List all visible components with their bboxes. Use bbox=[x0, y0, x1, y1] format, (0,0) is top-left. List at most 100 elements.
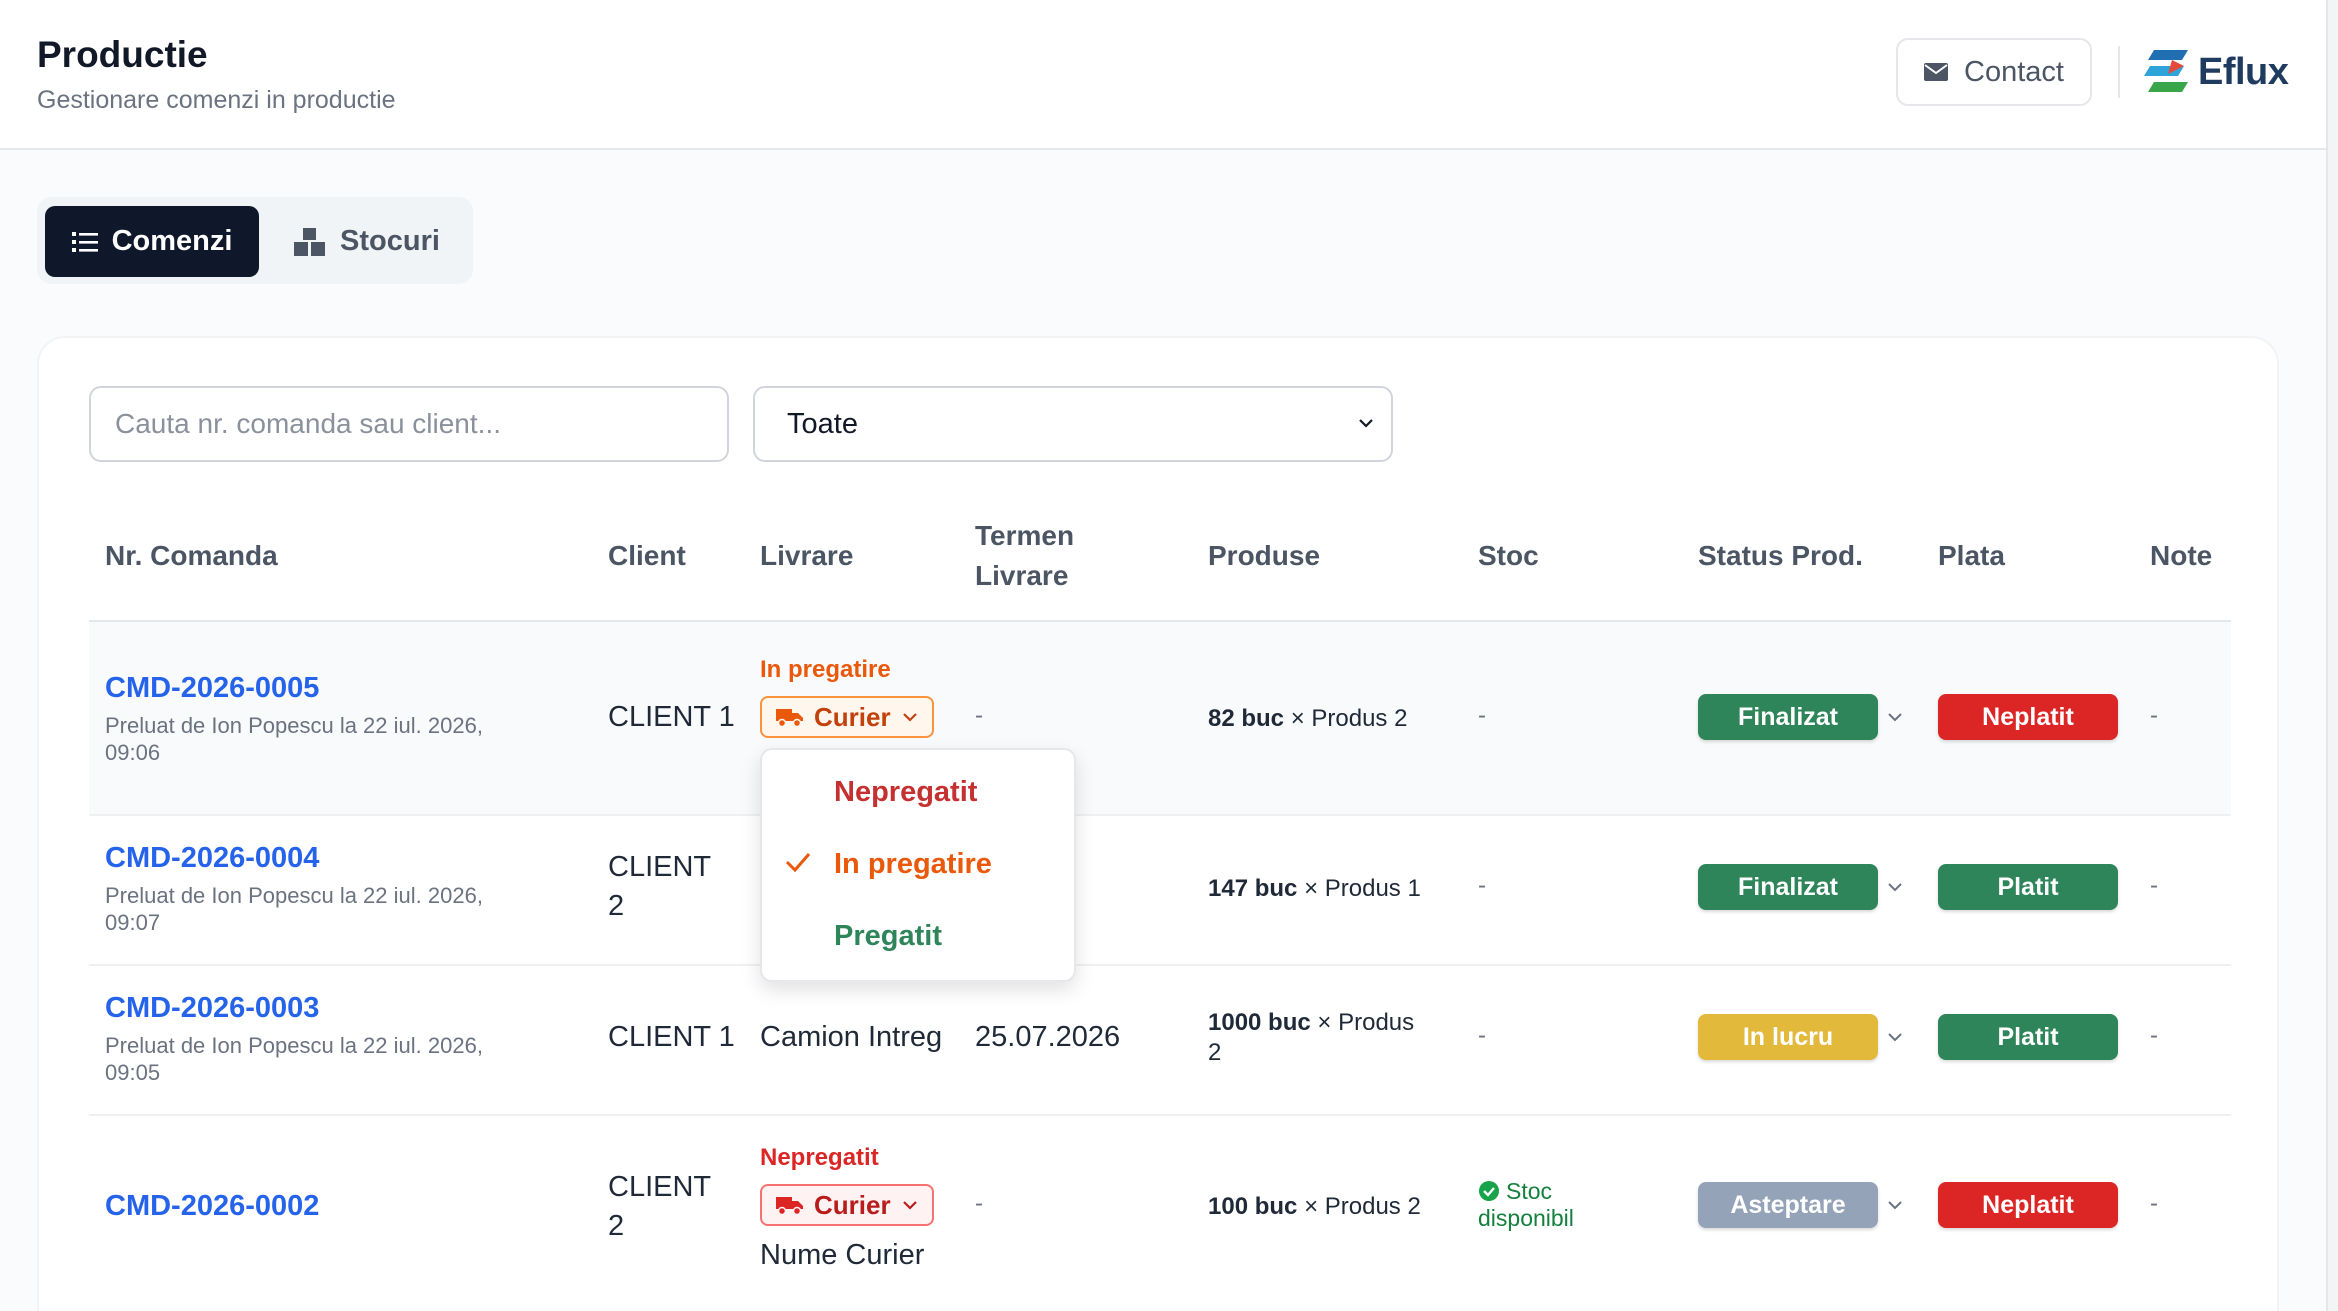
truck-icon bbox=[776, 1197, 803, 1216]
notes-cell: - bbox=[2150, 702, 2158, 729]
chevron-down-icon bbox=[902, 1201, 917, 1210]
dropdown-option-pregatit[interactable]: Pregatit bbox=[834, 920, 942, 953]
chevron-down-icon[interactable] bbox=[1885, 708, 1905, 726]
production-status-badge[interactable]: In lucru bbox=[1698, 1014, 1878, 1060]
stock-cell: - bbox=[1478, 702, 1486, 729]
client-cell: CLIENT 1 bbox=[608, 1021, 735, 1053]
order-id-link[interactable]: CMD-2026-0004 bbox=[105, 842, 319, 875]
products-cell: 1000 buc × Produs 2 bbox=[1208, 1008, 1448, 1068]
deadline-cell: - bbox=[975, 702, 983, 729]
col-header-stock: Stoc bbox=[1478, 540, 1539, 571]
payment-status-badge[interactable]: Neplatit bbox=[1938, 1182, 2118, 1228]
table-row[interactable] bbox=[89, 1116, 2231, 1311]
order-meta: Preluat de Ion Popescu la 22 iul. 2026, … bbox=[105, 882, 535, 936]
notes-cell: - bbox=[2150, 1022, 2158, 1049]
page-header: Productie Gestionare comenzi in producti… bbox=[0, 0, 2326, 150]
page-subtitle: Gestionare comenzi in productie bbox=[37, 86, 396, 114]
chevron-down-icon[interactable] bbox=[1885, 878, 1905, 896]
col-header-payment: Plata bbox=[1938, 540, 2005, 571]
client-cell: CLIENT 2 bbox=[608, 1168, 711, 1246]
tab-label: Comenzi bbox=[111, 225, 233, 257]
col-header-order: Nr. Comanda bbox=[105, 540, 278, 571]
page-title: Productie bbox=[37, 34, 208, 75]
deadline-cell: 25.07.2026 bbox=[975, 1021, 1121, 1053]
courier-dropdown[interactable]: Curier bbox=[760, 1184, 934, 1226]
search-input[interactable] bbox=[89, 386, 729, 462]
tab-comenzi[interactable]: Comenzi bbox=[45, 206, 259, 277]
notes-cell: - bbox=[2150, 872, 2158, 899]
order-meta-line1: Preluat de Ion Popescu la 22 iul. 2026, bbox=[105, 1033, 483, 1058]
courier-label: Curier bbox=[814, 701, 891, 732]
stock-line2: disponibil bbox=[1478, 1205, 1574, 1231]
product-qty: 1000 buc bbox=[1208, 1009, 1311, 1036]
contact-label: Contact bbox=[1964, 55, 2064, 88]
order-id-link[interactable]: CMD-2026-0002 bbox=[105, 1190, 319, 1223]
status-filter-value: Toate bbox=[787, 407, 858, 440]
product-qty: 82 buc bbox=[1208, 705, 1285, 732]
stock-cell: - bbox=[1478, 1022, 1486, 1049]
production-status-badge[interactable]: Asteptare bbox=[1698, 1182, 1878, 1228]
logo[interactable]: Eflux bbox=[2144, 42, 2289, 102]
products-cell: 147 buc × Produs 1 bbox=[1208, 874, 1448, 904]
product-name: × Produs 2 bbox=[1290, 705, 1408, 732]
status-filter-select[interactable]: Toate bbox=[753, 386, 1393, 462]
col-header-deadline: Termen Livrare bbox=[975, 516, 1074, 596]
col-header-deadline-line2: Livrare bbox=[975, 560, 1069, 591]
product-name: × Produs 2 bbox=[1304, 1193, 1421, 1220]
product-qty: 147 buc bbox=[1208, 875, 1298, 902]
order-meta-line1: Preluat de Ion Popescu la 22 iul. 2026, bbox=[105, 883, 483, 908]
mail-icon bbox=[1924, 63, 1949, 81]
check-circle-icon bbox=[1479, 1181, 1499, 1201]
client-line2: 2 bbox=[608, 890, 625, 922]
client-line2: 2 bbox=[608, 1210, 625, 1242]
production-status-badge[interactable]: Finalizat bbox=[1698, 864, 1878, 910]
scrollbar[interactable] bbox=[2326, 0, 2338, 1311]
payment-status-badge[interactable]: Platit bbox=[1938, 1014, 2118, 1060]
eflux-logo-icon bbox=[2144, 50, 2188, 92]
prep-status-label: Nepregatit bbox=[760, 1144, 879, 1171]
dropdown-option-nepregatit[interactable]: Nepregatit bbox=[834, 776, 977, 809]
col-header-status: Status Prod. bbox=[1698, 540, 1863, 571]
courier-name: Nume Curier bbox=[760, 1239, 925, 1271]
client-line1: CLIENT bbox=[608, 1171, 712, 1203]
prep-status-label: In pregatire bbox=[760, 656, 891, 683]
notes-cell: - bbox=[2150, 1190, 2158, 1217]
tab-stocuri[interactable]: Stocuri bbox=[277, 206, 457, 277]
stock-cell: - bbox=[1478, 872, 1486, 899]
courier-label: Curier bbox=[814, 1189, 891, 1220]
payment-status-badge[interactable]: Platit bbox=[1938, 864, 2118, 910]
tab-label: Stocuri bbox=[340, 225, 440, 257]
list-icon bbox=[71, 231, 98, 252]
chevron-down-icon bbox=[902, 713, 917, 722]
orders-card: Toate Nr. Comanda Client Livrare Termen … bbox=[37, 336, 2279, 1311]
truck-icon bbox=[776, 709, 803, 728]
stock-line1: Stoc bbox=[1506, 1178, 1553, 1204]
products-cell: 100 buc × Produs 2 bbox=[1208, 1192, 1448, 1222]
payment-status-badge[interactable]: Neplatit bbox=[1938, 694, 2118, 740]
boxes-icon bbox=[294, 227, 326, 256]
order-id-link[interactable]: CMD-2026-0005 bbox=[105, 672, 319, 705]
deadline-cell: - bbox=[975, 1190, 983, 1217]
delivery-cell: Camion Intreg bbox=[760, 1021, 943, 1053]
dropdown-option-in-pregatire[interactable]: In pregatire bbox=[834, 848, 992, 881]
product-name-line2: 2 bbox=[1208, 1039, 1222, 1066]
col-header-notes: Note bbox=[2150, 540, 2213, 571]
courier-dropdown[interactable]: Curier bbox=[760, 696, 934, 738]
order-meta: Preluat de Ion Popescu la 22 iul. 2026, … bbox=[105, 712, 535, 766]
product-name: × Produs 1 bbox=[1304, 875, 1421, 902]
chevron-down-icon[interactable] bbox=[1885, 1028, 1905, 1046]
col-header-delivery: Livrare bbox=[760, 540, 854, 571]
production-status-badge[interactable]: Finalizat bbox=[1698, 694, 1878, 740]
order-meta-line2: 09:05 bbox=[105, 1060, 161, 1085]
order-meta-line2: 09:06 bbox=[105, 740, 161, 765]
order-meta: Preluat de Ion Popescu la 22 iul. 2026, … bbox=[105, 1032, 535, 1086]
order-meta-line2: 09:07 bbox=[105, 910, 161, 935]
order-id-link[interactable]: CMD-2026-0003 bbox=[105, 992, 319, 1025]
products-cell: 82 buc × Produs 2 bbox=[1208, 704, 1448, 734]
product-name: × Produs bbox=[1317, 1009, 1415, 1036]
chevron-down-icon[interactable] bbox=[1885, 1196, 1905, 1214]
prep-status-dropdown: Nepregatit In pregatire Pregatit bbox=[760, 748, 1076, 982]
view-tabs: Comenzi Stocuri bbox=[37, 197, 473, 284]
order-meta-line1: Preluat de Ion Popescu la 22 iul. 2026, bbox=[105, 713, 483, 738]
contact-button[interactable]: Contact bbox=[1896, 38, 2092, 106]
